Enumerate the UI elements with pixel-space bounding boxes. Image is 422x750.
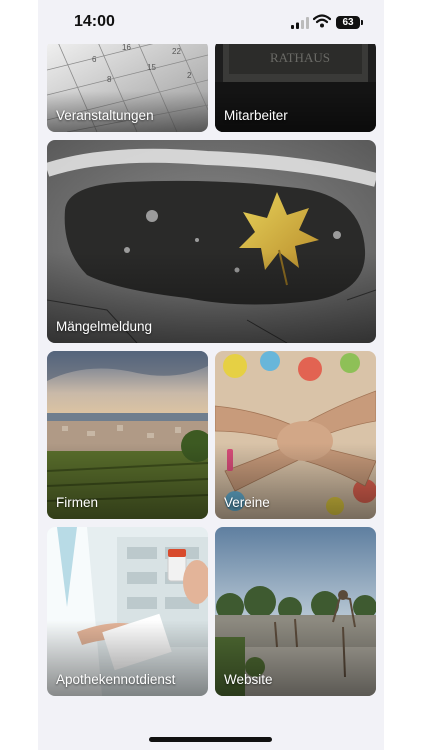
svg-text:22: 22 [172,47,181,56]
svg-text:RATHAUS: RATHAUS [270,50,330,65]
tile-vereine[interactable]: Vereine [215,351,376,519]
tile-label: Veranstaltungen [56,108,154,123]
status-bar: 14:00 63 [38,0,384,44]
home-indicator[interactable] [149,737,272,742]
battery-cap [361,20,363,25]
tile-label: Mitarbeiter [224,108,288,123]
svg-text:6: 6 [92,55,97,64]
svg-text:16: 16 [122,43,131,52]
tile-maengelmeldung[interactable]: Mängelmeldung [47,140,376,343]
signal-icon [291,17,309,29]
app-screen: 14:00 63 16 22 6 15 8 2 Veranstaltungen … [38,0,384,750]
tile-label: Mängelmeldung [56,319,153,334]
tile-label: Vereine [224,495,270,510]
tile-mitarbeiter[interactable]: RATHAUS Mitarbeiter [215,40,376,132]
svg-text:2: 2 [187,71,192,80]
wifi-icon [313,14,331,28]
tile-label: Firmen [56,495,99,510]
tile-veranstaltungen[interactable]: 16 22 6 15 8 2 Veranstaltungen [47,40,208,132]
svg-text:8: 8 [107,75,112,84]
status-time: 14:00 [74,13,115,30]
tile-label: Apothekennotdienst [56,672,176,687]
svg-text:15: 15 [147,63,156,72]
tile-website[interactable]: Website [215,527,376,696]
battery-icon: 63 [336,16,360,29]
tile-label: Website [224,672,273,687]
tile-firmen[interactable]: Firmen [47,351,208,519]
tile-apothekennotdienst[interactable]: Apothekennotdienst [47,527,208,696]
